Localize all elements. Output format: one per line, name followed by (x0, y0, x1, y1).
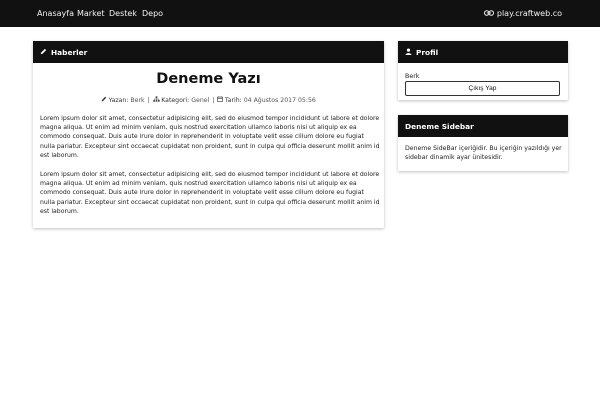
sidebar-panel: Deneme Sidebar Deneme SideBar içeriğidir… (398, 115, 568, 171)
post-meta: Yazan: Berk | Kategori: Genel | Tarih: 0… (33, 96, 384, 104)
author-label: Yazan: (108, 96, 129, 104)
category-name[interactable]: Genel (191, 97, 209, 104)
news-panel: Haberler Deneme Yazı Yazan: Berk | Kateg… (33, 41, 384, 228)
user-icon (405, 47, 416, 57)
profile-panel-header: Profil (398, 41, 568, 63)
date-label: Tarih: (224, 96, 242, 104)
post-title[interactable]: Deneme Yazı (33, 71, 384, 87)
meta-separator: | (147, 96, 150, 104)
post-paragraph: Lorem ipsum dolor sit amet, consectetur … (40, 171, 380, 215)
top-navbar: Anasayfa Market Destek Depo play.craftwe… (0, 0, 600, 27)
category-label: Kategori: (161, 96, 190, 104)
post-date: 04 Ağustos 2017 05:56 (243, 96, 316, 104)
profile-panel-title: Profil (416, 47, 439, 57)
logout-button[interactable]: Çıkış Yap (405, 81, 560, 96)
server-address-link[interactable]: play.craftweb.co (483, 9, 562, 19)
nav-link-market[interactable]: Market (77, 9, 105, 19)
post-paragraph: Lorem ipsum dolor sit amet, consectetur … (40, 115, 380, 159)
username: Berk (405, 73, 420, 80)
sidebar-panel-header: Deneme Sidebar (398, 115, 568, 137)
nav-link-destek[interactable]: Destek (109, 9, 137, 19)
news-panel-header: Haberler (33, 41, 384, 63)
sidebar-panel-title: Deneme Sidebar (405, 121, 474, 131)
nav-link-depo[interactable]: Depo (142, 9, 163, 19)
profile-panel: Profil Berk Çıkış Yap (398, 41, 568, 100)
author-name: Berk (130, 96, 145, 104)
sitemap-icon (152, 96, 162, 104)
pencil-icon (40, 48, 51, 57)
news-panel-title: Haberler (51, 47, 88, 57)
server-address-text: play.craftweb.co (496, 9, 562, 18)
sidebar-text: Deneme SideBar içeriğidir. Bu içeriğin y… (405, 145, 562, 162)
calendar-icon (217, 96, 225, 104)
pencil-icon (101, 96, 109, 104)
nav-link-anasayfa[interactable]: Anasayfa (37, 9, 74, 19)
link-icon (483, 9, 497, 19)
meta-separator: | (212, 96, 215, 104)
